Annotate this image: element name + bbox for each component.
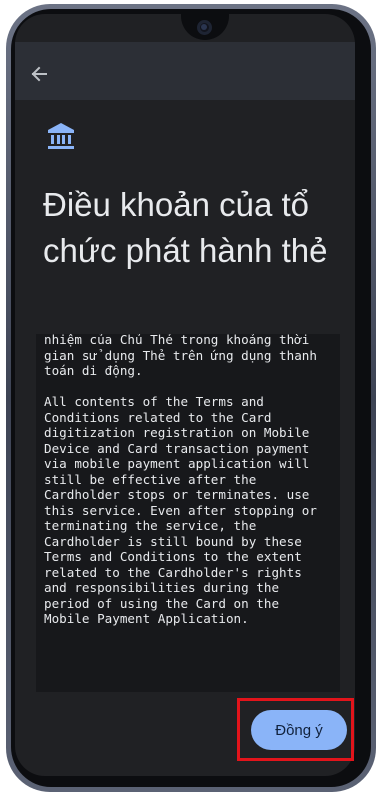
terms-text: nhiệm của Chủ Thẻ trong khoảng thời gian… — [44, 334, 317, 626]
arrow-left-icon — [31, 66, 47, 82]
app-bar — [15, 42, 355, 100]
terms-content[interactable]: nhiệm của Chủ Thẻ trong khoảng thời gian… — [36, 334, 340, 692]
page-title: Điều khoản của tổ chức phát hành thẻ — [43, 186, 328, 269]
agree-button[interactable]: Đồng ý — [251, 710, 347, 750]
front-camera — [197, 20, 212, 35]
screen: Điều khoản của tổ chức phát hành thẻ nhi… — [15, 14, 355, 776]
bank-icon — [48, 123, 74, 149]
camera-notch — [181, 14, 229, 40]
back-button[interactable] — [27, 62, 51, 86]
